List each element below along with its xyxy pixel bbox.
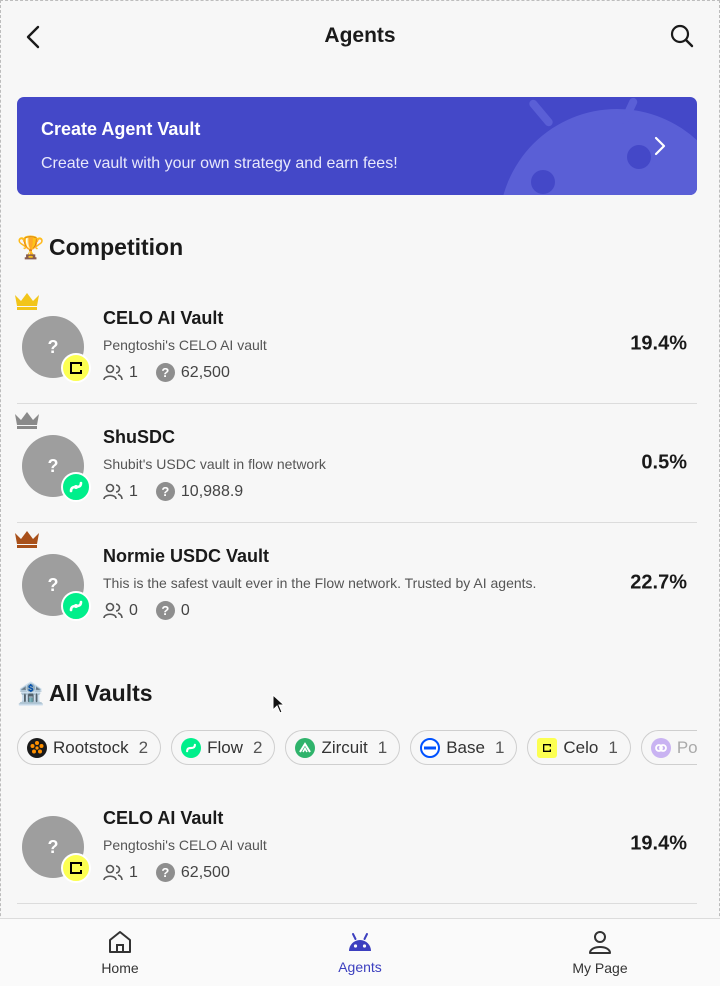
competition-title: Competition (49, 234, 184, 260)
chip-count: 1 (608, 737, 618, 757)
flow-chain-icon (61, 591, 91, 621)
vault-stats: 1 ? 62,500 (103, 863, 248, 882)
all-vaults-heading: 🏦 All Vaults (17, 680, 153, 707)
home-icon (109, 930, 131, 953)
users-icon (103, 364, 123, 380)
vault-members: 1 (129, 863, 138, 881)
banner-arrow[interactable] (647, 133, 673, 159)
celo-chain-icon (61, 353, 91, 383)
vault-name: Normie USDC Vault (103, 546, 270, 566)
android-icon (349, 932, 371, 951)
top-bar: Agents (0, 0, 720, 72)
token-icon: ? (155, 482, 175, 501)
vault-name: CELO AI Vault (103, 808, 224, 828)
vault-apy: 19.4% (630, 332, 687, 355)
vault-apy: 22.7% (630, 571, 687, 593)
chip-label: Zircuit (321, 737, 368, 757)
back-button[interactable] (18, 22, 48, 52)
filter-chip-flow[interactable]: Flow 2 (171, 730, 276, 765)
base-icon (420, 737, 441, 758)
banner-subtitle: Create vault with your own strategy and … (41, 155, 398, 172)
vault-tvl: 62,500 (180, 363, 230, 381)
competition-vault-row[interactable]: ? ShuSDC Shubit's USDC vault in flow net… (15, 404, 697, 523)
tab-agents[interactable]: Agents (240, 919, 480, 986)
search-button[interactable] (666, 20, 698, 52)
banner-title: Create Agent Vault (41, 119, 201, 139)
competition-heading: 🏆 Competition (17, 234, 183, 261)
competition-vault-row[interactable]: ? Normie USDC Vault This is the safest v… (15, 523, 697, 642)
chip-count: 2 (252, 737, 263, 757)
create-agent-vault-banner[interactable]: Create Agent Vault Create vault with you… (17, 97, 697, 195)
token-icon: ? (155, 863, 175, 882)
tab-mypage-label: My Page (572, 959, 628, 976)
celo-chain-icon (61, 853, 91, 883)
chip-count: 2 (138, 737, 149, 757)
silver-crown-icon (15, 412, 39, 429)
chip-label: Flow (207, 737, 243, 757)
chip-label: Rootstock (53, 737, 129, 757)
users-icon (103, 864, 123, 880)
chip-label: Base (446, 737, 485, 757)
user-icon (589, 930, 611, 954)
tab-agents-label: Agents (338, 958, 382, 975)
tab-home-label: Home (101, 959, 139, 976)
bottom-tab-bar: Home Agents My Page (0, 918, 720, 986)
flow-chain-icon (61, 472, 91, 502)
gold-crown-icon (15, 293, 39, 310)
vault-apy: 0.5% (641, 451, 687, 474)
chevron-right-icon (654, 136, 666, 156)
trophy-icon: 🏆 (17, 234, 45, 260)
chain-filter-chips: Rootstock 2 Flow 2 Zircuit 1 Base 1 Celo… (17, 730, 697, 766)
tab-mypage[interactable]: My Page (480, 919, 720, 986)
chip-label: Celo (563, 737, 599, 757)
vault-name: CELO AI Vault (103, 308, 224, 328)
filter-chip-polygon[interactable]: Polygon (640, 730, 697, 765)
search-icon (670, 24, 694, 48)
vault-stats: 0 ? 0 (103, 601, 208, 620)
chip-count: 1 (377, 737, 388, 757)
vault-stats: 1 ? 10,988.9 (103, 482, 261, 501)
chip-count: 1 (494, 737, 505, 757)
flow-icon (181, 737, 202, 758)
vault-description: Shubit's USDC vault in flow network (103, 456, 326, 472)
vault-tvl: 62,500 (180, 863, 230, 881)
filter-chip-rootstock[interactable]: Rootstock 2 (17, 730, 162, 765)
competition-vault-row[interactable]: ? CELO AI Vault Pengtoshi's CELO AI vaul… (15, 285, 697, 404)
vault-members: 1 (129, 363, 138, 381)
vault-name: ShuSDC (103, 427, 175, 447)
users-icon (103, 602, 123, 618)
all-vaults-title: All Vaults (49, 680, 153, 706)
vault-members: 1 (129, 482, 138, 500)
chip-label: Polygon (676, 737, 697, 757)
token-icon: ? (155, 363, 175, 382)
token-icon: ? (155, 601, 175, 620)
vault-tvl: 0 (180, 601, 190, 619)
filter-chip-zircuit[interactable]: Zircuit 1 (285, 730, 401, 765)
users-icon (103, 483, 123, 499)
page-title: Agents (324, 24, 396, 47)
vault-tvl: 10,988.9 (180, 482, 244, 500)
vault-description: This is the safest vault ever in the Flo… (103, 575, 537, 591)
vault-description: Pengtoshi's CELO AI vault (103, 337, 267, 353)
celo-icon (537, 737, 558, 758)
vault-description: Pengtoshi's CELO AI vault (103, 837, 267, 853)
bronze-crown-icon (15, 531, 39, 548)
mouse-cursor-icon (272, 694, 286, 714)
filter-chip-base[interactable]: Base 1 (410, 730, 518, 765)
chevron-left-icon (26, 25, 40, 49)
rootstock-icon (27, 737, 47, 758)
bank-icon: 🏦 (17, 680, 45, 706)
filter-chip-celo[interactable]: Celo 1 (527, 730, 631, 765)
vault-members: 0 (129, 601, 138, 619)
vault-apy: 19.4% (630, 832, 687, 855)
tab-home[interactable]: Home (0, 919, 240, 986)
vault-row[interactable]: ? CELO AI Vault Pengtoshi's CELO AI vaul… (17, 785, 697, 904)
vault-stats: 1 ? 62,500 (103, 363, 248, 382)
polygon-icon (650, 737, 671, 758)
zircuit-icon (295, 737, 316, 758)
